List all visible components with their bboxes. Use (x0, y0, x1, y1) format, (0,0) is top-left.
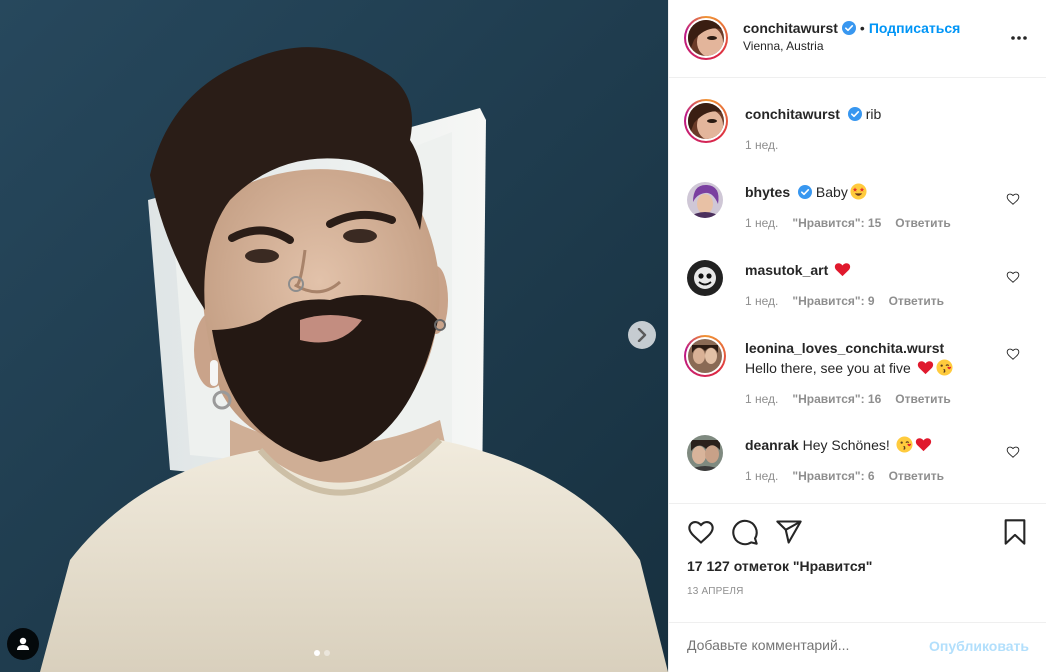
kissing-face-emoji (896, 436, 913, 453)
author-avatar[interactable] (684, 16, 728, 60)
caption-text: rib (865, 106, 882, 122)
heart-icon[interactable] (1006, 445, 1020, 459)
bookmark-icon[interactable] (1001, 518, 1029, 546)
separator-dot: • (859, 20, 865, 36)
tagged-users-button[interactable] (7, 628, 39, 660)
commenter-avatar[interactable] (687, 182, 723, 218)
commenter-avatar[interactable] (684, 335, 726, 377)
post-side-panel: conchitawurst • Подписаться Vienna, Aust… (668, 0, 1046, 672)
comment-composer: Опубликовать (669, 622, 1046, 672)
user-tag-icon (17, 637, 29, 650)
comment-like-count[interactable]: "Нравится": 16 (792, 392, 881, 406)
comment-time[interactable]: 1 нед. (745, 216, 778, 230)
share-icon[interactable] (775, 518, 803, 546)
comment-username[interactable]: masutok_art (745, 262, 828, 278)
more-options-icon[interactable] (1009, 30, 1029, 46)
verified-badge-icon (847, 107, 862, 121)
comment-reply-button[interactable]: Ответить (889, 294, 944, 308)
comment-reply-button[interactable]: Ответить (889, 469, 944, 483)
post-media[interactable] (0, 0, 668, 672)
comment-time[interactable]: 1 нед. (745, 469, 778, 483)
heart-icon[interactable] (687, 518, 715, 546)
comments-list[interactable]: conchitawurst rib 1 нед. bhytes Baby 1 н… (669, 79, 1046, 503)
follow-button[interactable]: Подписаться (869, 20, 961, 36)
author-username[interactable]: conchitawurst (743, 20, 838, 36)
comment-like-count[interactable]: "Нравится": 15 (792, 216, 881, 230)
caption-time[interactable]: 1 нед. (745, 138, 778, 152)
carousel-indicator (314, 650, 330, 656)
chevron-right-icon (637, 328, 647, 342)
comment-username[interactable]: bhytes (745, 184, 790, 200)
red-heart-emoji (917, 361, 933, 375)
comment-text: Baby (815, 184, 848, 200)
comment-time[interactable]: 1 нед. (745, 392, 778, 406)
verified-badge-icon (841, 21, 856, 35)
star-struck-emoji (850, 183, 867, 200)
next-slide-button[interactable] (628, 321, 656, 349)
comment-time[interactable]: 1 нед. (745, 294, 778, 308)
comment-icon[interactable] (731, 518, 759, 546)
comment-text: Hey Schönes! (802, 437, 890, 453)
comment-input[interactable] (687, 637, 907, 653)
likes-count[interactable]: 17 127 отметок "Нравится" (687, 558, 872, 574)
heart-icon[interactable] (1006, 347, 1020, 361)
heart-icon[interactable] (1006, 192, 1020, 206)
post-date[interactable]: 13 апреля (687, 586, 744, 597)
carousel-dot (324, 650, 330, 656)
comment-username[interactable]: leonina_loves_conchita.wurst (745, 340, 944, 356)
comment-text: Hello there, see you at five (745, 360, 911, 376)
red-heart-emoji (915, 438, 931, 452)
comment-username[interactable]: deanrak (745, 437, 799, 453)
post-actions: 17 127 отметок "Нравится" 13 апреля Опуб… (669, 503, 1046, 672)
comment-like-count[interactable]: "Нравится": 9 (792, 294, 874, 308)
red-heart-emoji (835, 263, 851, 277)
commenter-avatar[interactable] (687, 435, 723, 471)
caption-username[interactable]: conchitawurst (745, 106, 840, 122)
comment-reply-button[interactable]: Ответить (895, 216, 950, 230)
publish-button[interactable]: Опубликовать (929, 638, 1029, 654)
kissing-face-emoji (936, 359, 953, 376)
post-location[interactable]: Vienna, Austria (743, 39, 960, 53)
caption-avatar[interactable] (684, 99, 728, 143)
comment-like-count[interactable]: "Нравится": 6 (792, 469, 874, 483)
verified-badge-icon (798, 185, 813, 199)
comment-reply-button[interactable]: Ответить (895, 392, 950, 406)
commenter-avatar[interactable] (687, 260, 723, 296)
post-photo (0, 0, 668, 672)
post-header: conchitawurst • Подписаться Vienna, Aust… (669, 0, 1046, 78)
heart-icon[interactable] (1006, 270, 1020, 284)
carousel-dot (314, 650, 320, 656)
